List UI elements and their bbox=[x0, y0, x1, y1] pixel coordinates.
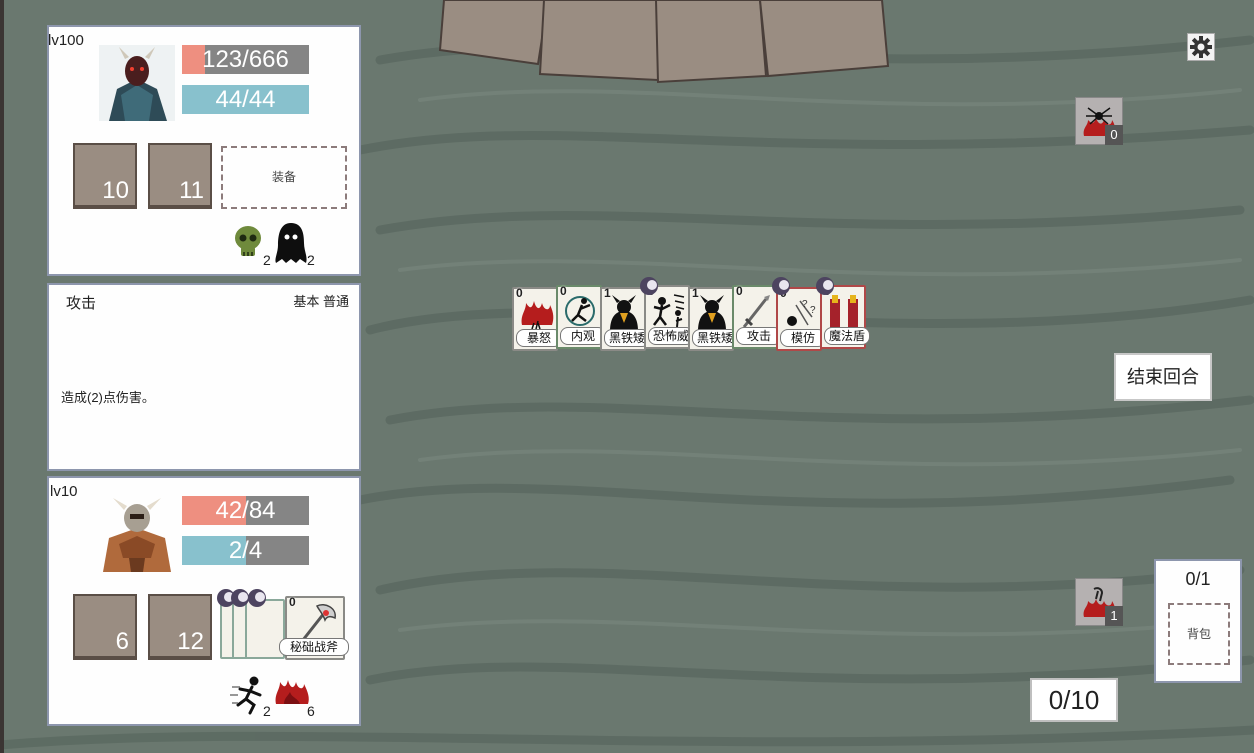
skull-icon[interactable] bbox=[233, 225, 263, 259]
card-art-icon bbox=[521, 301, 554, 330]
svg-text:?: ? bbox=[802, 299, 808, 310]
card-art-icon: ?? bbox=[787, 299, 816, 326]
settings-button[interactable] bbox=[1187, 33, 1215, 61]
player-hp-text: 123/666 bbox=[202, 46, 289, 73]
end-turn-button[interactable]: 结束回合 bbox=[1114, 353, 1212, 401]
hand-card[interactable]: 0??模仿 bbox=[776, 286, 826, 351]
moon-icon bbox=[772, 277, 790, 295]
moon-icon bbox=[231, 589, 249, 607]
player-deck-slot[interactable]: 10 bbox=[73, 143, 137, 209]
card-art-icon bbox=[742, 295, 770, 328]
enemy-intent-name: 秘础战斧 bbox=[279, 638, 349, 656]
hand-card[interactable]: 0 内观 bbox=[556, 284, 606, 349]
player-discard-slot[interactable]: 11 bbox=[148, 143, 212, 209]
player-discard-count: 11 bbox=[179, 177, 204, 204]
enemy-panel: lv10 42/84 2/4 6 12 0 秘础战斧 2 6 bbox=[47, 476, 361, 726]
axe-icon bbox=[301, 604, 336, 641]
enemy-level: lv10 bbox=[50, 483, 78, 500]
moon-icon bbox=[248, 589, 266, 607]
card-detail-panel: 攻击 基本 普通 造成(2)点伤害。 bbox=[47, 283, 361, 471]
running-figure-count: 2 bbox=[263, 703, 271, 719]
enemy-portrait[interactable] bbox=[99, 496, 175, 572]
skull-count: 2 bbox=[263, 252, 271, 268]
player-portrait[interactable] bbox=[99, 45, 175, 121]
player-hp-bar: 123/666 bbox=[182, 45, 309, 74]
running-figure-icon[interactable] bbox=[230, 675, 266, 715]
card-name: 魔法盾 bbox=[824, 327, 870, 345]
moon-icon bbox=[816, 277, 834, 295]
enemy-mp-bar: 2/4 bbox=[182, 536, 309, 565]
bottom-pile[interactable]: 1 bbox=[1075, 578, 1123, 626]
hand-card[interactable]: 0 暴怒 bbox=[512, 286, 562, 351]
player-mp-bar: 44/44 bbox=[182, 85, 309, 114]
enemy-deck-count: 6 bbox=[115, 628, 129, 655]
hand-area: 0暴怒0内观1黑铁矮0恐怖威1黑铁矮0攻击0??模仿0魔法盾 bbox=[512, 277, 892, 355]
card-art-icon bbox=[698, 295, 726, 331]
equipment-slot[interactable]: 装备 bbox=[221, 146, 347, 209]
backpack-slot[interactable]: 背包 bbox=[1168, 603, 1230, 665]
enemy-discard-count: 12 bbox=[177, 628, 204, 655]
fire-icon[interactable] bbox=[274, 676, 310, 706]
gear-icon bbox=[1190, 36, 1212, 58]
enemy-deck-slot[interactable]: 6 bbox=[73, 594, 137, 660]
enemy-mp-text: 2/4 bbox=[228, 537, 263, 564]
card-art-icon bbox=[653, 294, 685, 328]
table-left-edge bbox=[0, 0, 4, 753]
ghost-icon[interactable] bbox=[274, 221, 308, 265]
backpack-panel[interactable]: 0/1 背包 bbox=[1154, 559, 1242, 683]
svg-text:?: ? bbox=[810, 305, 816, 316]
backpack-count: 0/1 bbox=[1185, 569, 1211, 589]
equipment-label: 装备 bbox=[271, 170, 296, 184]
top-pile-count: 0 bbox=[1105, 125, 1123, 145]
player-mp-text: 44/44 bbox=[215, 86, 276, 113]
player-deck-count: 10 bbox=[102, 177, 129, 204]
player-panel: lv100 123/666 44/44 10 11 装备 2 2 bbox=[47, 25, 361, 276]
card-art-icon bbox=[610, 295, 638, 331]
ghost-count: 2 bbox=[307, 252, 315, 268]
enemy-hp-text: 42/84 bbox=[215, 497, 276, 524]
enemy-intent-card[interactable]: 0 秘础战斧 bbox=[279, 595, 349, 660]
hand-card[interactable]: 0 攻击 bbox=[732, 284, 782, 349]
opponent-hand-cards bbox=[438, 0, 890, 84]
energy-counter: 0/10 bbox=[1030, 678, 1118, 722]
card-detail-description: 造成(2)点伤害。 bbox=[61, 390, 155, 405]
hand-card[interactable]: 1 黑铁矮 bbox=[688, 286, 738, 351]
backpack-label: 背包 bbox=[1186, 627, 1211, 641]
enemy-hp-bar: 42/84 bbox=[182, 496, 309, 525]
player-level: lv100 bbox=[48, 32, 84, 49]
enemy-discard-slot[interactable]: 12 bbox=[148, 594, 212, 660]
card-art-icon bbox=[565, 296, 595, 326]
top-pile[interactable]: 0 bbox=[1075, 97, 1123, 145]
hand-card[interactable]: 1 黑铁矮 bbox=[600, 286, 650, 351]
card-detail-name: 攻击 bbox=[66, 295, 97, 312]
card-detail-tags: 基本 普通 bbox=[293, 294, 349, 309]
moon-icon bbox=[640, 277, 658, 295]
card-art-icon bbox=[830, 295, 858, 329]
bottom-pile-count: 1 bbox=[1105, 606, 1123, 626]
fire-count: 6 bbox=[307, 703, 315, 719]
